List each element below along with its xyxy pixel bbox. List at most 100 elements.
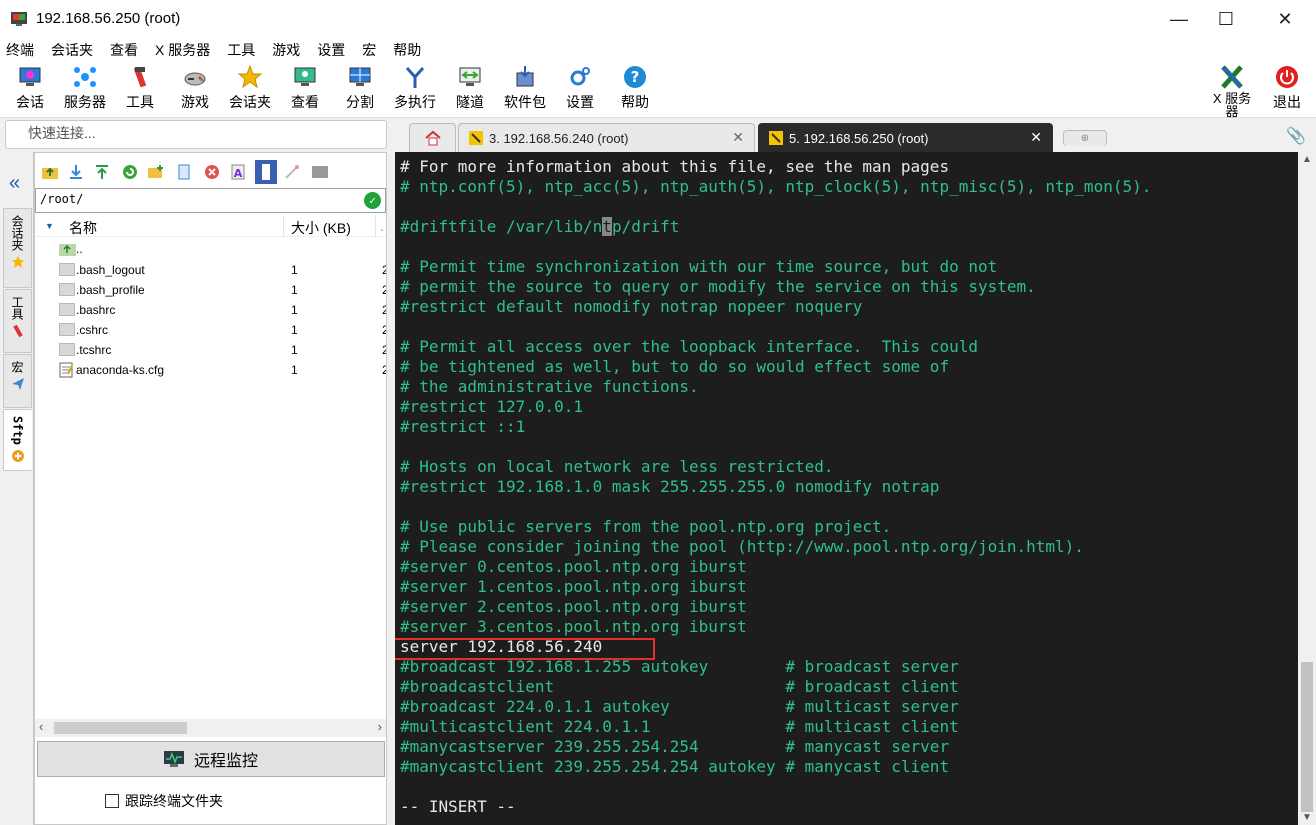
delete-icon[interactable] [203, 163, 221, 181]
menu-terminal[interactable]: 终端 [6, 40, 34, 60]
file-icon [59, 343, 75, 356]
file-name: .bashrc [76, 303, 116, 317]
side-tab-tools[interactable]: 工具 [3, 289, 32, 353]
file-row[interactable]: .bash_profile 1 2 [35, 280, 386, 300]
file-name: .bash_profile [76, 283, 145, 297]
tab-session-5[interactable]: 5. 192.168.56.250 (root) ✕ [758, 123, 1053, 152]
terminal-scrollbar[interactable]: ▲ ▼ [1298, 152, 1316, 825]
tab-close-icon[interactable]: ✕ [1030, 129, 1042, 146]
wand-icon[interactable] [283, 163, 301, 181]
scroll-up-icon[interactable]: ▲ [1302, 154, 1312, 165]
games-button[interactable]: 游戏 [166, 64, 224, 112]
tools-button[interactable]: 工具 [111, 64, 169, 112]
menu-tools[interactable]: 工具 [227, 40, 255, 60]
servers-button[interactable]: 服务器 [56, 64, 114, 112]
session-icon [19, 67, 41, 86]
file-icon [59, 263, 75, 276]
menu-macros[interactable]: 宏 [362, 40, 376, 60]
menu-view[interactable]: 查看 [110, 40, 138, 60]
split-button[interactable]: 分割 [331, 64, 389, 112]
parent-folder-icon[interactable] [41, 163, 59, 181]
column-more-header[interactable]: . [380, 218, 384, 234]
sftp-path-input[interactable]: /root/ ✓ [35, 188, 386, 213]
packages-button[interactable]: 软件包 [496, 64, 554, 112]
side-tab-sessions-label: 会话夹 [10, 215, 24, 251]
tunnel-label: 隧道 [456, 94, 484, 110]
side-tab-macros[interactable]: 宏 [3, 354, 32, 408]
xserver-button[interactable]: X 服务器 [1202, 64, 1262, 118]
sessions-fav-button[interactable]: 会话夹 [221, 64, 279, 112]
file-row[interactable]: .bashrc 1 2 [35, 300, 386, 320]
scroll-right-icon[interactable]: › [378, 719, 382, 734]
power-icon [1276, 66, 1298, 88]
view-button[interactable]: 查看 [276, 64, 334, 112]
maximize-button[interactable]: ☐ [1203, 0, 1249, 38]
terminal-line: # Permit all access over the loopback in… [400, 337, 978, 356]
checkbox-box[interactable] [105, 794, 119, 808]
title-bar: 192.168.56.250 (root) — ☐ ✕ [0, 0, 1316, 38]
menu-games[interactable]: 游戏 [272, 40, 300, 60]
scrollbar-thumb[interactable] [1301, 662, 1313, 812]
home-tab[interactable] [409, 123, 456, 152]
help-button[interactable]: ? 帮助 [606, 64, 664, 112]
rename-icon[interactable]: A [229, 163, 247, 181]
terminal-line: #broadcastclient # broadcast client [400, 677, 959, 696]
terminal-line: #manycastserver 239.255.254.254 # manyca… [400, 737, 950, 756]
path-ok-icon[interactable]: ✓ [364, 192, 381, 209]
multiexec-button[interactable]: 多执行 [386, 64, 444, 112]
new-folder-icon[interactable] [147, 163, 165, 181]
games-icon [184, 72, 206, 86]
settings-button[interactable]: 设置 [551, 64, 609, 112]
file-name: .. [76, 242, 83, 256]
file-row[interactable]: .bash_logout 1 2 [35, 260, 386, 280]
column-size-header[interactable]: 大小 (KB) [291, 218, 351, 238]
session-button[interactable]: 会话 [1, 64, 59, 112]
refresh-icon[interactable] [121, 163, 139, 181]
tab-close-icon[interactable]: ✕ [732, 129, 744, 146]
attachment-icon[interactable]: 📎 [1286, 126, 1306, 146]
file-row[interactable]: anaconda-ks.cfg 1 2 [35, 360, 386, 380]
new-tab-button[interactable]: ⊕ [1063, 130, 1107, 146]
minimize-button[interactable]: — [1156, 0, 1202, 38]
exit-button[interactable]: 退出 [1258, 64, 1316, 112]
close-button[interactable]: ✕ [1262, 0, 1308, 38]
tunnel-button[interactable]: 隧道 [441, 64, 499, 112]
upload-icon[interactable] [93, 163, 111, 181]
terminal-line: # Hosts on local network are less restri… [400, 457, 834, 476]
split-label: 分割 [346, 94, 374, 110]
collapse-panel-icon[interactable]: « [9, 172, 20, 195]
column-name-header[interactable]: 名称 [69, 218, 97, 238]
menu-sessions[interactable]: 会话夹 [51, 40, 93, 60]
terminal-view[interactable]: # For more information about this file, … [395, 152, 1298, 825]
follow-terminal-folder-checkbox[interactable]: 跟踪终端文件夹 [105, 791, 223, 811]
tab-session-3-label: 3. 192.168.56.240 (root) [489, 130, 629, 146]
tab-session-3[interactable]: 3. 192.168.56.240 (root) ✕ [458, 123, 755, 152]
horizontal-scrollbar[interactable]: ‹ › [35, 719, 386, 737]
svg-text:A: A [234, 167, 243, 180]
scroll-down-icon[interactable]: ▼ [1302, 812, 1312, 823]
side-tab-sessions[interactable]: 会话夹 [3, 208, 32, 288]
window-title: 192.168.56.250 (root) [36, 10, 181, 27]
file-row[interactable]: .cshrc 1 2 [35, 320, 386, 340]
new-file-icon[interactable] [175, 163, 193, 181]
terminal-tab-icon [769, 131, 783, 145]
scroll-left-icon[interactable]: ‹ [39, 719, 43, 734]
file-row-parent[interactable]: .. [35, 239, 386, 259]
scrollbar-thumb[interactable] [54, 722, 187, 734]
download-icon[interactable] [67, 163, 85, 181]
menu-help[interactable]: 帮助 [393, 40, 421, 60]
split-icon [349, 67, 371, 86]
file-date: 2 [382, 323, 386, 337]
quick-connect-input[interactable]: 快速连接... [5, 120, 387, 149]
side-tab-sftp[interactable]: Sftp [3, 409, 32, 471]
macro-icon [11, 378, 24, 390]
sftp-toolbar: A [35, 160, 386, 187]
file-row[interactable]: .tcshrc 1 2 [35, 340, 386, 360]
menu-xserver[interactable]: X 服务器 [155, 40, 210, 60]
terminal-line: #server 2.centos.pool.ntp.org iburst [400, 597, 747, 616]
column-separator [283, 215, 284, 237]
permissions-icon[interactable] [255, 160, 277, 184]
menu-settings[interactable]: 设置 [317, 40, 345, 60]
remote-monitoring-button[interactable]: 远程监控 [37, 741, 385, 777]
terminal-icon[interactable] [311, 163, 329, 181]
